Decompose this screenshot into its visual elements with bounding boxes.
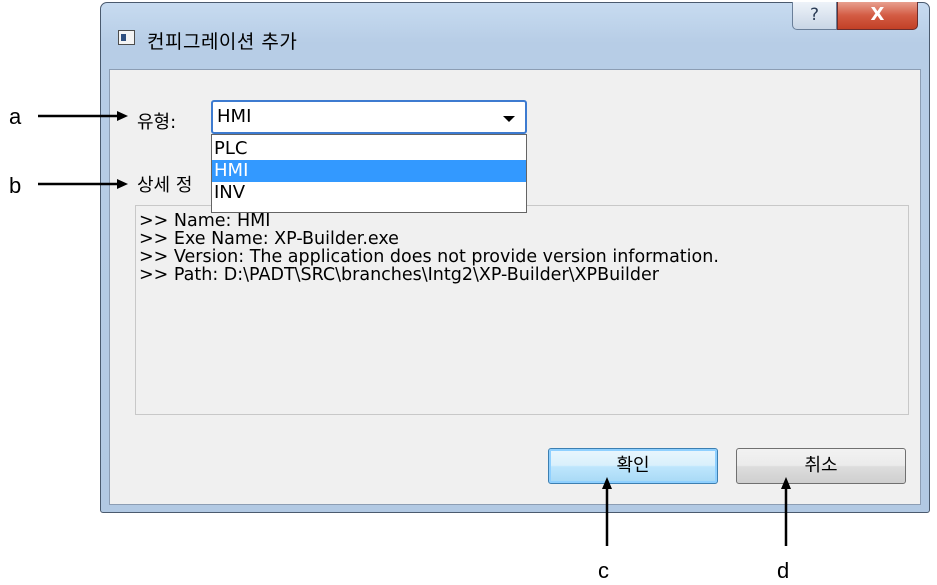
detail-line: >> Version: The application does not pro…	[139, 247, 719, 267]
type-combobox[interactable]: HMI	[211, 100, 527, 134]
dropdown-option-plc[interactable]: PLC	[212, 138, 526, 160]
dropdown-arrow-icon[interactable]	[503, 116, 515, 122]
title-bar[interactable]: 컨피그레이션 추가 ? X	[101, 2, 929, 68]
type-dropdown-list: PLC HMI INV	[211, 134, 527, 213]
annotation-b: b	[9, 173, 22, 198]
detail-line: >> Exe Name: XP-Builder.exe	[139, 229, 399, 249]
app-window-icon	[118, 30, 135, 45]
detail-info-label: 상세 정	[137, 175, 193, 196]
annotation-a: a	[9, 104, 22, 129]
type-combobox-value: HMI	[217, 106, 252, 127]
ok-button[interactable]: 확인	[548, 448, 718, 484]
annotation-c: c	[598, 558, 609, 583]
close-button[interactable]: X	[837, 2, 918, 30]
dropdown-option-inv[interactable]: INV	[212, 182, 526, 204]
annotation-d: d	[777, 558, 790, 583]
detail-info-box[interactable]: >> Name: HMI >> Exe Name: XP-Builder.exe…	[135, 205, 909, 415]
type-label: 유형:	[137, 112, 177, 133]
help-button[interactable]: ?	[792, 2, 837, 30]
detail-line: >> Path: D:\PADT\SRC\branches\Intg2\XP-B…	[139, 265, 659, 285]
dropdown-option-hmi[interactable]: HMI	[212, 160, 526, 182]
detail-line: >> Name: HMI	[139, 211, 271, 231]
cancel-button[interactable]: 취소	[736, 448, 906, 484]
configuration-dialog: 컨피그레이션 추가 ? X 유형: HMI 상세 정 >> Name: HMI …	[100, 2, 930, 513]
window-title: 컨피그레이션 추가	[147, 31, 298, 53]
dialog-body: 유형: HMI 상세 정 >> Name: HMI >> Exe Name: X…	[109, 69, 921, 505]
